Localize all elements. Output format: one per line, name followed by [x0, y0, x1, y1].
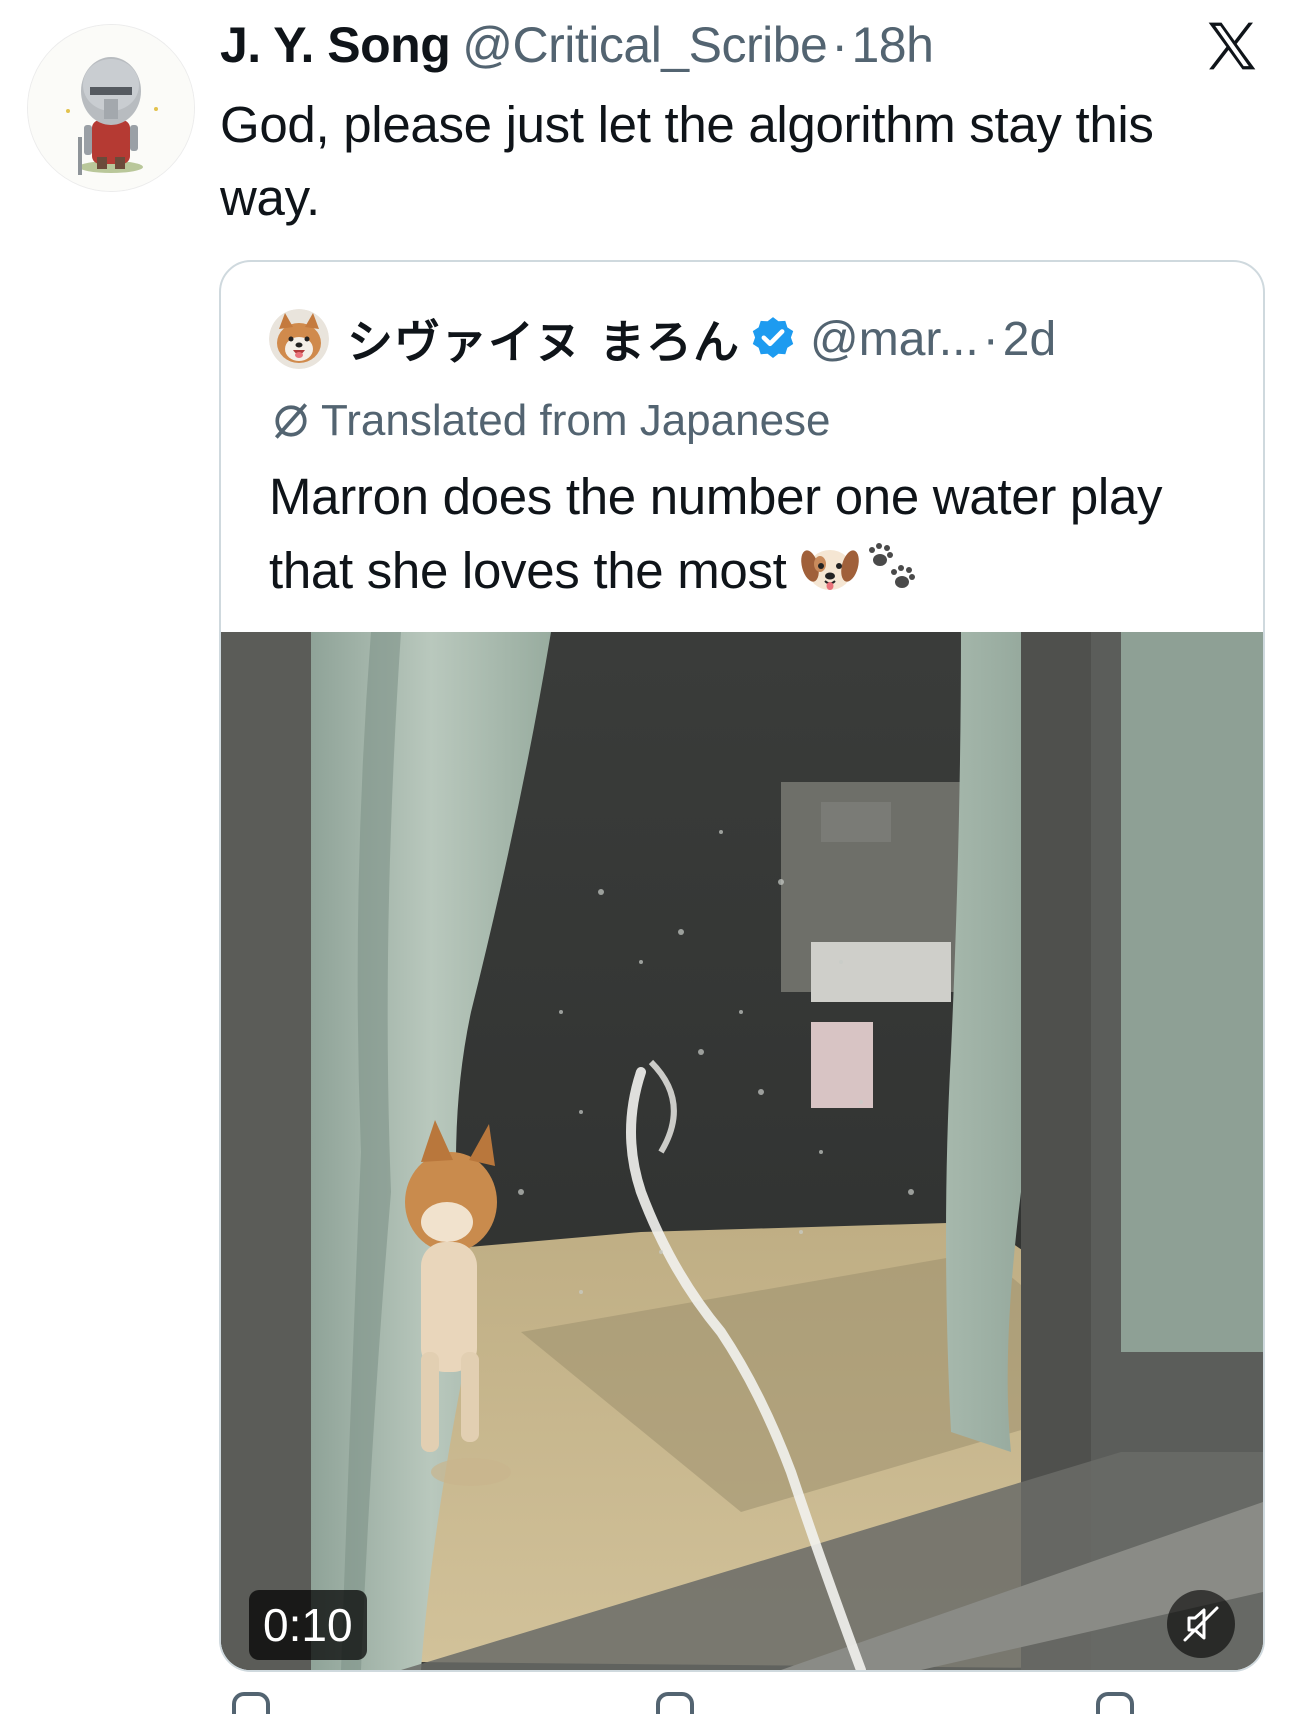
reply-icon[interactable] [232, 1692, 270, 1714]
quoted-tweet-text: Marron does the number one water play th… [269, 460, 1229, 608]
shiba-avatar-image [269, 309, 329, 369]
tweet-header: J. Y. Song @Critical_Scribe · 18h [220, 14, 934, 76]
author-handle[interactable]: @Critical_Scribe [462, 16, 828, 74]
translated-label: Translated from Japanese [321, 396, 831, 445]
knight-avatar-image [28, 25, 194, 191]
paw-prints-emoji [869, 543, 916, 588]
quoted-tweet-card[interactable]: シヴァイヌ まろん @mar... · 2d Translated from J… [219, 260, 1265, 1672]
translate-icon [274, 403, 308, 439]
quoted-timestamp[interactable]: 2d [1003, 312, 1056, 367]
quoted-author-handle[interactable]: @mar... [810, 312, 979, 367]
author-name[interactable]: J. Y. Song [220, 16, 451, 74]
video-player[interactable]: 0:10 [221, 632, 1263, 1670]
author-avatar[interactable] [27, 24, 195, 192]
quoted-tweet-header: シヴァイヌ まろん @mar... · 2d [269, 308, 1056, 370]
quoted-tweet-text-body: Marron does the number one water play th… [269, 468, 1163, 599]
share-icon[interactable] [1096, 1692, 1134, 1714]
tweet-action-bar [0, 1690, 1290, 1714]
translation-notice[interactable]: Translated from Japanese [269, 392, 831, 450]
quoted-author-avatar[interactable] [269, 309, 329, 369]
x-logo-icon[interactable] [1203, 18, 1261, 74]
speaker-muted-icon [1183, 1606, 1219, 1642]
video-frame-image [221, 632, 1263, 1670]
verified-badge-icon [752, 317, 794, 358]
quoted-author-name[interactable]: シヴァイヌ まろん [347, 306, 740, 372]
quoted-separator-dot: · [982, 312, 999, 366]
tweet-text: God, please just let the algorithm stay … [220, 96, 1154, 226]
tweet-timestamp[interactable]: 18h [852, 16, 934, 74]
dog-face-emoji [801, 550, 860, 590]
video-duration-badge: 0:10 [249, 1590, 367, 1660]
mute-toggle-button[interactable] [1167, 1590, 1235, 1658]
like-icon[interactable] [656, 1692, 694, 1714]
separator-dot: · [831, 17, 848, 73]
